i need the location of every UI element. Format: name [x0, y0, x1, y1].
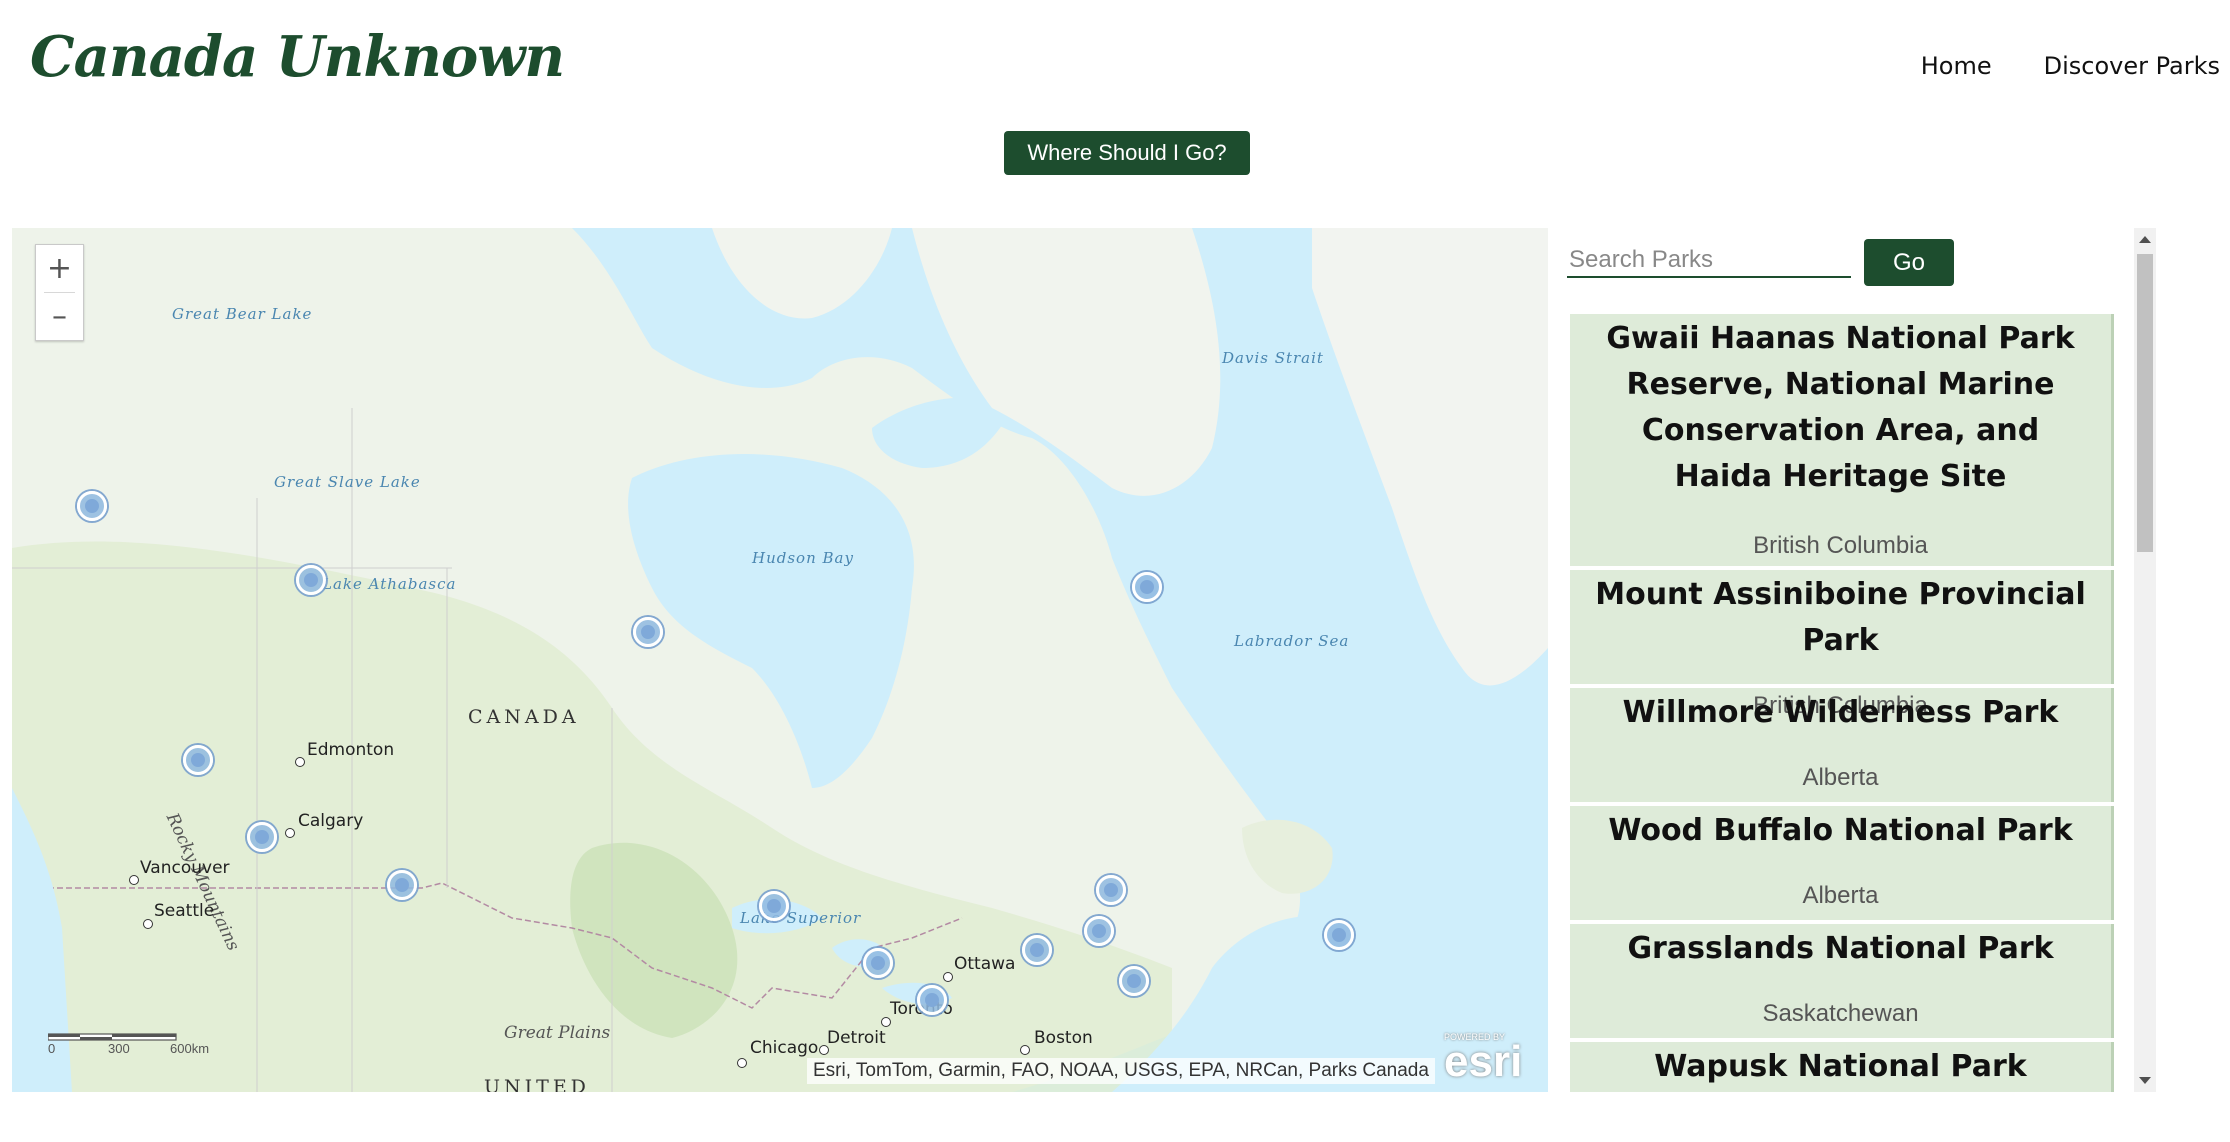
- sidebar-scrollbar[interactable]: [2134, 228, 2156, 1092]
- city-label: Seattle: [154, 901, 215, 921]
- city-label: Edmonton: [307, 740, 395, 760]
- nav-discover-parks-link[interactable]: Discover Parks: [2044, 52, 2220, 80]
- city-marker: [129, 875, 139, 885]
- park-province: Alberta: [1802, 764, 1879, 791]
- park-card[interactable]: Willmore Wilderness Park Alberta: [1570, 688, 2114, 802]
- scale-label-300: 300: [108, 1041, 130, 1056]
- park-marker[interactable]: [1022, 935, 1052, 965]
- city-marker: [285, 828, 295, 838]
- city-label: Chicago: [750, 1038, 819, 1058]
- city-marker: [943, 972, 953, 982]
- zoom-in-button[interactable]: +: [36, 245, 83, 292]
- where-should-i-go-button[interactable]: Where Should I Go?: [1004, 131, 1250, 175]
- scale-label-0: 0: [48, 1041, 56, 1056]
- park-marker[interactable]: [863, 948, 893, 978]
- city-label: Vancouver: [140, 858, 230, 878]
- park-name: Mount Assiniboine Provincial Park: [1595, 577, 2086, 658]
- city-marker: [1020, 1045, 1030, 1055]
- city-label: Calgary: [298, 811, 364, 831]
- city-marker: [295, 757, 305, 767]
- park-province: British Columbia: [1753, 532, 1928, 559]
- parks-sidebar: Go Gwaii Haanas National Park Reserve, N…: [1566, 228, 2154, 1092]
- parks-map[interactable]: + – Great Bear Lake Great Slave Lake Lak…: [12, 228, 1548, 1092]
- label-canada: CANADA: [468, 706, 580, 728]
- park-card[interactable]: Gwaii Haanas National Park Reserve, Nati…: [1570, 314, 2114, 566]
- city-label: Boston: [1034, 1028, 1093, 1048]
- park-name: Grasslands National Park: [1627, 931, 2054, 966]
- park-marker[interactable]: [633, 617, 663, 647]
- park-name: Wapusk National Park: [1654, 1049, 2027, 1084]
- park-marker[interactable]: [183, 745, 213, 775]
- park-name: Wood Buffalo National Park: [1608, 813, 2073, 848]
- scroll-down-arrow[interactable]: [2139, 1077, 2151, 1084]
- park-marker[interactable]: [296, 565, 326, 595]
- search-parks-input[interactable]: [1567, 244, 1851, 278]
- park-marker[interactable]: [1084, 916, 1114, 946]
- park-marker[interactable]: [759, 891, 789, 921]
- scroll-thumb[interactable]: [2137, 254, 2153, 552]
- park-list: Gwaii Haanas National Park Reserve, Nati…: [1570, 314, 2114, 1092]
- search-go-button[interactable]: Go: [1864, 239, 1954, 286]
- esri-logo[interactable]: POWERED BY esri: [1444, 1032, 1534, 1088]
- city-label: Detroit: [827, 1028, 886, 1048]
- nav-home-link[interactable]: Home: [1921, 52, 1992, 80]
- park-province: Saskatchewan: [1762, 1000, 1919, 1027]
- park-marker[interactable]: [1096, 875, 1126, 905]
- label-great-plains: Great Plains: [504, 1023, 611, 1043]
- label-lake-athabasca: Lake Athabasca: [322, 575, 457, 593]
- park-name: Willmore Wilderness Park: [1622, 695, 2059, 730]
- map-attribution: Esri, TomTom, Garmin, FAO, NOAA, USGS, E…: [807, 1058, 1435, 1084]
- park-card[interactable]: Wood Buffalo National Park Alberta: [1570, 806, 2114, 920]
- park-marker[interactable]: [77, 491, 107, 521]
- park-name: Gwaii Haanas National Park Reserve, Nati…: [1606, 321, 2075, 494]
- label-labrador-sea: Labrador Sea: [1234, 632, 1350, 650]
- esri-wordmark: esri: [1444, 1037, 1523, 1086]
- park-card[interactable]: Wapusk National Park: [1570, 1042, 2114, 1092]
- park-marker[interactable]: [247, 822, 277, 852]
- site-logo[interactable]: Canada Unknown: [30, 24, 565, 90]
- park-marker[interactable]: [1132, 572, 1162, 602]
- city-marker: [143, 919, 153, 929]
- park-marker[interactable]: [1324, 920, 1354, 950]
- park-marker[interactable]: [387, 870, 417, 900]
- site-header: Canada Unknown Home Discover Parks: [0, 0, 2230, 120]
- label-lake-superior: Lake Superior: [740, 909, 862, 927]
- main-nav: Home Discover Parks: [1921, 52, 2220, 80]
- map-zoom-control: + –: [35, 244, 84, 341]
- park-card[interactable]: Grasslands National Park Saskatchewan: [1570, 924, 2114, 1038]
- label-great-bear-lake: Great Bear Lake: [172, 305, 313, 323]
- park-marker[interactable]: [917, 985, 947, 1015]
- park-province: Alberta: [1802, 882, 1879, 909]
- city-marker: [737, 1058, 747, 1068]
- zoom-out-button[interactable]: –: [36, 293, 83, 340]
- label-united: UNITED: [484, 1076, 590, 1092]
- scale-label-600km: 600km: [170, 1041, 210, 1056]
- park-marker[interactable]: [1119, 966, 1149, 996]
- park-card[interactable]: Mount Assiniboine Provincial Park Britis…: [1570, 570, 2114, 719]
- city-label: Ottawa: [954, 954, 1016, 974]
- label-great-slave-lake: Great Slave Lake: [274, 473, 421, 491]
- scroll-up-arrow[interactable]: [2139, 236, 2151, 243]
- label-davis-strait: Davis Strait: [1222, 349, 1324, 367]
- label-hudson-bay: Hudson Bay: [752, 549, 854, 567]
